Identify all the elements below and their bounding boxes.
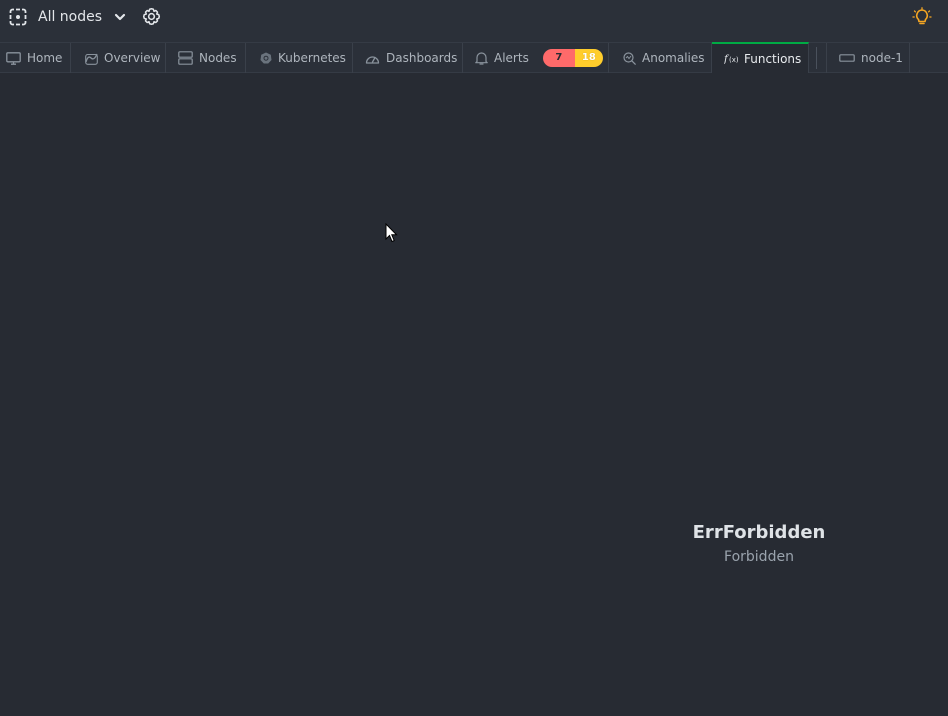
anomalies-icon [623, 51, 636, 65]
chevron-down-icon[interactable] [113, 10, 127, 24]
error-message: ErrForbidden Forbidden [640, 522, 878, 565]
error-title: ErrForbidden [692, 522, 826, 543]
functions-icon: f (x) [724, 54, 738, 65]
tab-label: Home [27, 51, 63, 65]
warning-alerts-badge[interactable]: 18 [574, 49, 603, 67]
dashboard-icon [365, 55, 380, 64]
error-description: Forbidden [724, 549, 794, 565]
gear-icon[interactable] [142, 7, 161, 26]
bell-icon [475, 52, 488, 65]
tab-label: Anomalies [642, 51, 705, 65]
nodes-icon [178, 51, 193, 65]
tab-label: Alerts [494, 51, 529, 65]
tab-label: Functions [744, 51, 802, 66]
svg-text:(x): (x) [729, 56, 738, 64]
mouse-cursor-icon [385, 223, 398, 243]
lightbulb-icon[interactable] [912, 7, 932, 27]
node-icon [839, 54, 855, 62]
tab-label: Nodes [199, 51, 237, 65]
tab-kubernetes[interactable]: Kubernetes [246, 43, 353, 73]
tab-overview[interactable]: Overview [71, 43, 166, 73]
tab-label: Dashboards [386, 51, 458, 65]
tab-bar: Home Overview Nodes Kubernetes Dashboard… [0, 42, 948, 73]
tab-dashboards[interactable]: Dashboards [353, 43, 463, 73]
overview-icon [85, 53, 98, 65]
tab-home[interactable]: Home [0, 43, 71, 73]
tab-nodes[interactable]: Nodes [166, 43, 246, 73]
tab-functions[interactable]: f (x) Functions [712, 42, 809, 73]
critical-alerts-badge[interactable]: 7 [542, 49, 575, 67]
space-name[interactable]: All nodes [38, 9, 102, 25]
tab-label: Overview [104, 51, 161, 65]
monitor-icon [6, 51, 21, 65]
tab-node-1[interactable]: node-1 [826, 43, 910, 73]
top-bar: All nodes [0, 0, 948, 42]
tab-alerts[interactable]: Alerts 7 18 [463, 43, 609, 73]
tab-anomalies[interactable]: Anomalies [609, 43, 712, 73]
alert-badges[interactable]: 7 18 [542, 49, 603, 67]
space-icon[interactable] [8, 7, 28, 27]
kubernetes-icon [260, 52, 272, 64]
tab-label: node-1 [861, 51, 903, 65]
tab-divider [816, 47, 817, 69]
tab-label: Kubernetes [278, 51, 346, 65]
